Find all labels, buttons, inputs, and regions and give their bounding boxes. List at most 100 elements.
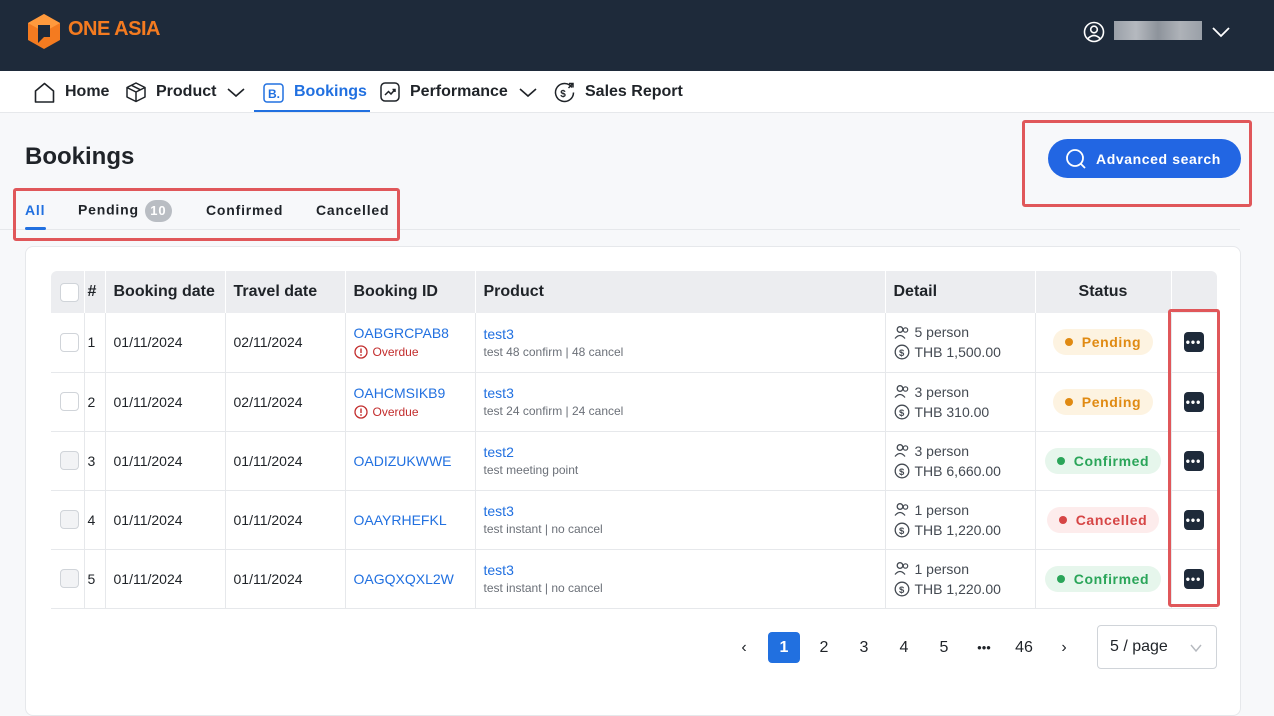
bookings-table: # Booking date Travel date Booking ID Pr… xyxy=(51,271,1217,609)
row-checkbox[interactable] xyxy=(60,569,79,588)
page-last[interactable]: 46 xyxy=(1008,632,1040,663)
overdue-label: Overdue xyxy=(353,345,475,359)
detail-cell: 1 person $ THB 1,220.00 xyxy=(885,549,1036,609)
row-select-cell xyxy=(51,549,85,609)
detail-cell: 5 person $ THB 1,500.00 xyxy=(885,313,1036,373)
persons-line: 3 person xyxy=(894,443,1035,459)
table-row[interactable]: 4 01/11/2024 01/11/2024 OAAYRHEFKL test3 test… xyxy=(51,490,1217,550)
product-link[interactable]: test2 xyxy=(484,444,885,460)
page-size-select[interactable]: 5 / page xyxy=(1097,625,1217,669)
booking-id-link[interactable]: OAAYRHEFKL xyxy=(354,512,475,528)
booking-id-link[interactable]: OADIZUKWWE xyxy=(354,453,475,469)
price-line: $ THB 310.00 xyxy=(894,404,1035,420)
booking-id-link[interactable]: OABGRCPAB8 xyxy=(354,325,475,341)
user-circle-icon xyxy=(1083,21,1105,43)
row-select-cell xyxy=(51,372,85,432)
product-link[interactable]: test3 xyxy=(484,562,885,578)
product-link[interactable]: test3 xyxy=(484,503,885,519)
travel-date: 01/11/2024 xyxy=(225,490,346,550)
svg-text:$: $ xyxy=(899,348,905,359)
next-page-button[interactable]: › xyxy=(1048,632,1080,663)
nav-product[interactable]: Product xyxy=(125,71,255,113)
select-all-checkbox[interactable] xyxy=(60,282,79,302)
booking-date: 01/11/2024 xyxy=(105,431,226,491)
product-link[interactable]: test3 xyxy=(484,326,885,342)
svg-text:$: $ xyxy=(560,89,566,100)
status-cell: Cancelled xyxy=(1035,490,1172,550)
nav-performance[interactable]: Performance xyxy=(379,71,547,113)
row-checkbox[interactable] xyxy=(60,451,79,470)
select-all-header xyxy=(51,271,85,313)
persons-line: 1 person xyxy=(894,502,1035,518)
people-icon xyxy=(894,562,908,575)
travel-date: 01/11/2024 xyxy=(225,549,346,609)
detail-cell: 3 person $ THB 310.00 xyxy=(885,372,1036,432)
travel-date: 02/11/2024 xyxy=(225,372,346,432)
product-cell: test3 test instant | no cancel xyxy=(475,490,886,550)
highlight-box xyxy=(13,188,400,241)
people-icon xyxy=(894,503,908,516)
row-checkbox[interactable] xyxy=(60,510,79,529)
row-number: 4 xyxy=(84,490,106,550)
booking-date: 01/11/2024 xyxy=(105,313,226,373)
svg-text:$: $ xyxy=(899,466,905,477)
svg-text:B.: B. xyxy=(268,87,280,101)
column-header: Product xyxy=(475,271,886,313)
booking-id-cell: OAGQXQXL2W xyxy=(345,549,476,609)
booking-date: 01/11/2024 xyxy=(105,372,226,432)
more-pages-ellipsis[interactable]: ••• xyxy=(968,632,1000,663)
top-bar: ONE ASIA xyxy=(0,0,1274,71)
svg-text:$: $ xyxy=(899,525,905,536)
status-dot xyxy=(1058,515,1067,524)
nav-sales-report[interactable]: $ Sales Report xyxy=(553,71,683,113)
page-title: Bookings xyxy=(25,143,135,170)
alert-circle-icon xyxy=(353,345,368,359)
nav-bookings[interactable]: B. Bookings xyxy=(262,71,367,113)
status-badge: Confirmed xyxy=(1044,565,1162,592)
row-checkbox[interactable] xyxy=(60,332,79,352)
people-icon xyxy=(894,385,908,398)
page-2[interactable]: 2 xyxy=(808,632,840,663)
product-subtitle: test instant | no cancel xyxy=(483,522,603,536)
booking-id-link[interactable]: OAHCMSIKB9 xyxy=(354,385,475,401)
product-link[interactable]: test3 xyxy=(484,385,885,401)
detail-cell: 1 person $ THB 1,220.00 xyxy=(885,490,1036,550)
nav-home[interactable]: Home xyxy=(33,71,109,113)
page-3[interactable]: 3 xyxy=(848,632,880,663)
table-row[interactable]: 2 01/11/2024 02/11/2024 OAHCMSIKB9 Overdue te… xyxy=(51,372,1217,432)
user-menu[interactable] xyxy=(1083,18,1105,46)
status-badge: Confirmed xyxy=(1044,447,1162,474)
booking-id-cell: OABGRCPAB8 Overdue xyxy=(345,313,476,373)
column-header: Status xyxy=(1035,271,1172,313)
persons-line: 1 person xyxy=(894,561,1035,577)
page-4[interactable]: 4 xyxy=(888,632,920,663)
dollar-circle-icon: $ xyxy=(894,404,909,419)
booking-id-cell: OADIZUKWWE xyxy=(345,431,476,491)
chevron-down-icon[interactable] xyxy=(1211,22,1231,42)
one-asia-logo-icon xyxy=(28,14,60,49)
svg-text:$: $ xyxy=(899,407,905,418)
column-header: Travel date xyxy=(225,271,346,313)
row-select-cell xyxy=(51,431,85,491)
product-subtitle: test 24 confirm | 24 cancel xyxy=(483,404,624,418)
table-row[interactable]: 1 01/11/2024 02/11/2024 OABGRCPAB8 Overdue te… xyxy=(51,313,1217,373)
product-subtitle: test meeting point xyxy=(483,463,579,477)
table-row[interactable]: 5 01/11/2024 01/11/2024 OAGQXQXL2W test3 test… xyxy=(51,549,1217,609)
home-icon xyxy=(34,82,55,103)
brand-name: ONE ASIA xyxy=(68,18,160,40)
alert-circle-icon xyxy=(353,404,368,419)
dollar-circle-icon: $ xyxy=(894,581,909,596)
booking-id-link[interactable]: OAGQXQXL2W xyxy=(354,571,475,587)
dollar-circle-icon: $ xyxy=(894,522,909,537)
price-line: $ THB 1,220.00 xyxy=(894,522,1035,538)
table-row[interactable]: 3 01/11/2024 01/11/2024 OADIZUKWWE test2 test… xyxy=(51,431,1217,491)
prev-page-button[interactable]: ‹ xyxy=(728,632,760,663)
table-header-row: # Booking date Travel date Booking ID Pr… xyxy=(51,271,1217,313)
page-5[interactable]: 5 xyxy=(928,632,960,663)
status-dot xyxy=(1064,338,1073,347)
price-line: $ THB 1,500.00 xyxy=(894,344,1035,360)
status-dot xyxy=(1064,397,1073,406)
page-1[interactable]: 1 xyxy=(768,632,800,663)
row-checkbox[interactable] xyxy=(60,392,79,411)
column-header: Booking ID xyxy=(345,271,476,313)
